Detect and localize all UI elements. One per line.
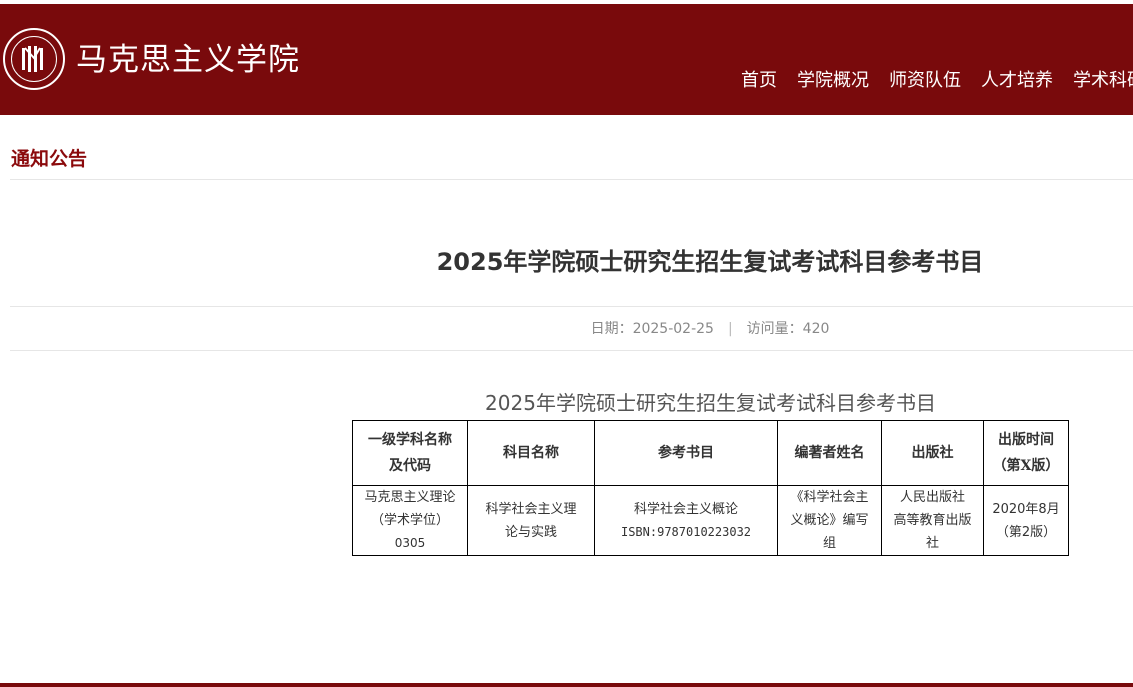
nav-item-faculty[interactable]: 师资队伍 [889, 66, 961, 96]
site-title[interactable]: 马克思主义学院 [76, 40, 300, 80]
header-course: 科目名称 [467, 420, 595, 486]
meta-divider [10, 350, 1133, 351]
article-date: 日期：2025-02-25 [590, 321, 714, 337]
cell-course: 科学社会主义理 论与实践 [467, 485, 595, 556]
cell-pub-time: 2020年8月 （第2版） [983, 485, 1069, 556]
header-pub-time: 出版时间 （第X版） [983, 420, 1069, 486]
school-emblem-icon[interactable] [3, 28, 65, 90]
article-title: 2025年学院硕士研究生招生复试考试科目参考书目 [436, 248, 984, 276]
meta-separator: | [727, 321, 733, 337]
header-discipline: 一级学科名称 及代码 [352, 420, 468, 486]
table-row: 马克思主义理论 （学术学位） 0305 科学社会主义理 论与实践 科学社会主义概论 IS… [352, 485, 1069, 556]
nav-item-research[interactable]: 学术科研 [1073, 66, 1133, 96]
cell-author: 《科学社会主 义概论》编写组 [777, 485, 882, 556]
reference-table: 一级学科名称 及代码 科目名称 参考书目 编著者姓名 出版社 出版时间 （第X版） … [352, 420, 1069, 556]
article-meta: 日期：2025-02-25 | 访问量：420 [0, 318, 1133, 340]
nav-item-about[interactable]: 学院概况 [797, 66, 869, 96]
table-header-row: 一级学科名称 及代码 科目名称 参考书目 编著者姓名 出版社 出版时间 （第X版） [352, 420, 1069, 486]
table-caption: 2025年学院硕士研究生招生复试考试科目参考书目 [485, 391, 936, 415]
footer-border [0, 683, 1133, 687]
header-book: 参考书目 [594, 420, 778, 486]
site-header: 马克思主义学院 首页 学院概况 师资队伍 人才培养 学术科研 [0, 4, 1133, 115]
header-publisher: 出版社 [881, 420, 984, 486]
cell-book: 科学社会主义概论 ISBN:9787010223032 [594, 485, 778, 556]
nav-item-education[interactable]: 人才培养 [981, 66, 1053, 96]
section-divider [10, 179, 1133, 180]
section-title[interactable]: 通知公告 [11, 145, 87, 173]
cell-discipline: 马克思主义理论 （学术学位） 0305 [352, 485, 468, 556]
article-views: 访问量：420 [746, 321, 830, 337]
title-divider [10, 306, 1133, 307]
header-author: 编著者姓名 [777, 420, 882, 486]
cell-publisher: 人民出版社 高等教育出版社 [881, 485, 984, 556]
nav-item-home[interactable]: 首页 [741, 66, 777, 96]
